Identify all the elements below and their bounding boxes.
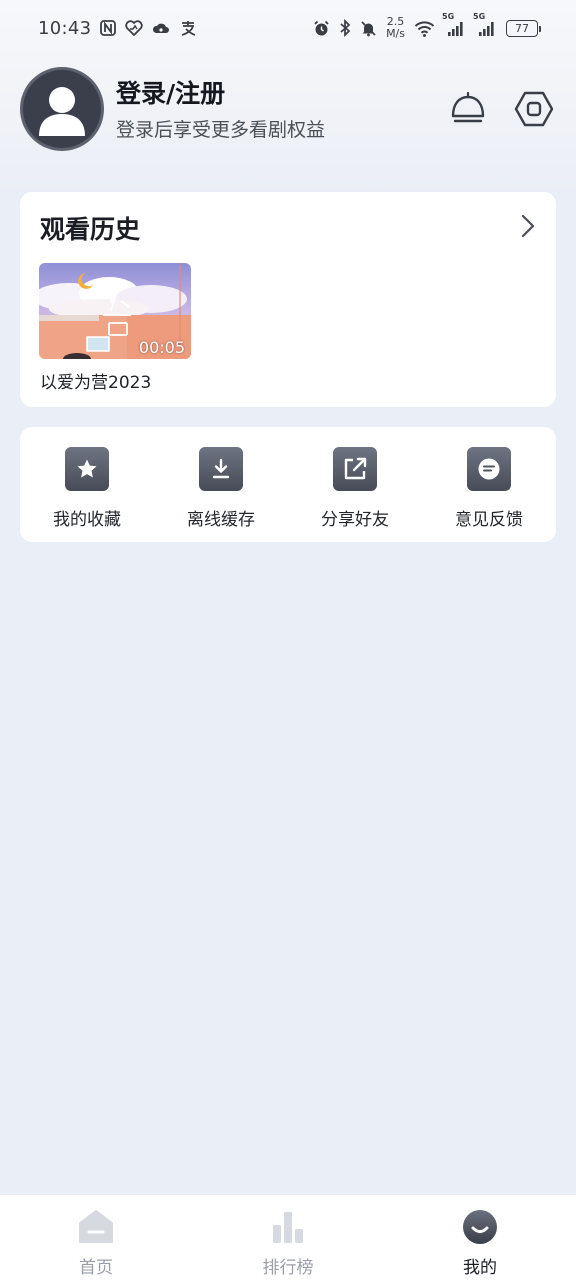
signal-2-label: 5G [473,11,486,21]
alipay-icon [179,20,197,36]
battery-level: 77 [515,21,529,35]
nav-label-home: 首页 [79,1258,113,1278]
menu-item-feedback[interactable]: 意见反馈 [422,427,556,542]
menu-label-feedback: 意见反馈 [455,510,523,530]
profile-text[interactable]: 登录/注册 登录后享受更多看剧权益 [116,77,325,142]
history-thumbnail[interactable]: 00:05 [39,263,191,359]
network-speed-unit: M/s [386,27,405,40]
bottom-navigation: 首页 排行榜 我的 [0,1194,576,1280]
download-icon [199,447,243,491]
quick-menu-card: 我的收藏 离线缓存 分享好友 意见反馈 [20,427,556,542]
video-duration: 00:05 [138,338,185,357]
menu-item-favorites[interactable]: 我的收藏 [20,427,154,542]
login-register-title[interactable]: 登录/注册 [116,77,325,111]
watch-history-card: 观看历史 00:05 以爱为营2023 [20,192,556,407]
user-silhouette-icon [39,87,85,136]
status-bar-right: 2.5 M/s 5G 5G 77 [313,12,541,40]
share-icon [333,447,377,491]
bluetooth-icon [339,19,351,37]
history-item-title[interactable]: 以爱为营2023 [40,368,151,393]
login-subtitle: 登录后享受更多看剧权益 [116,118,326,141]
nav-item-profile[interactable]: 我的 [384,1195,576,1280]
status-time: 10:43 [38,17,92,39]
wifi-icon [414,20,435,37]
profile-header: 登录/注册 登录后享受更多看剧权益 [20,66,556,152]
nav-item-ranking[interactable]: 排行榜 [192,1195,384,1280]
status-bar-left: 10:43 [38,18,197,39]
signal-1-label: 5G [442,11,455,21]
settings-hexagon-icon[interactable] [514,89,554,129]
ranking-icon [268,1207,308,1247]
nav-item-home[interactable]: 首页 [0,1195,192,1280]
status-bar: 10:43 2.5 M/s 5G 5G 77 [0,0,576,56]
battery-indicator: 77 [506,19,541,37]
menu-item-share[interactable]: 分享好友 [288,427,422,542]
nav-label-ranking: 排行榜 [262,1258,314,1278]
mute-icon [360,20,377,37]
menu-item-offline-cache[interactable]: 离线缓存 [154,427,288,542]
alarm-icon [313,20,330,37]
feedback-icon [467,447,511,491]
menu-label-favorites: 我的收藏 [53,510,121,530]
watch-history-title: 观看历史 [40,215,141,244]
network-speed: 2.5 M/s [386,16,405,40]
avatar[interactable] [20,67,104,151]
nav-label-profile: 我的 [463,1258,497,1278]
signal-icon: 5G [473,12,497,37]
huawei-health-icon [125,20,144,36]
header-actions [448,89,556,129]
home-icon [76,1207,116,1247]
notification-bell-icon[interactable] [448,89,488,129]
signal-icon: 5G [442,12,466,37]
profile-page: 10:43 2.5 M/s 5G 5G 77 登录/注册 登录后享受更多看剧权益… [0,0,576,1280]
menu-label-share: 分享好友 [321,510,389,530]
star-icon [65,447,109,491]
nfc-icon [100,20,117,36]
weather-icon [152,20,170,36]
watch-history-header[interactable]: 观看历史 [40,210,536,246]
profile-icon [460,1207,500,1247]
menu-label-offline-cache: 离线缓存 [187,510,255,530]
chevron-right-icon[interactable] [520,213,536,243]
